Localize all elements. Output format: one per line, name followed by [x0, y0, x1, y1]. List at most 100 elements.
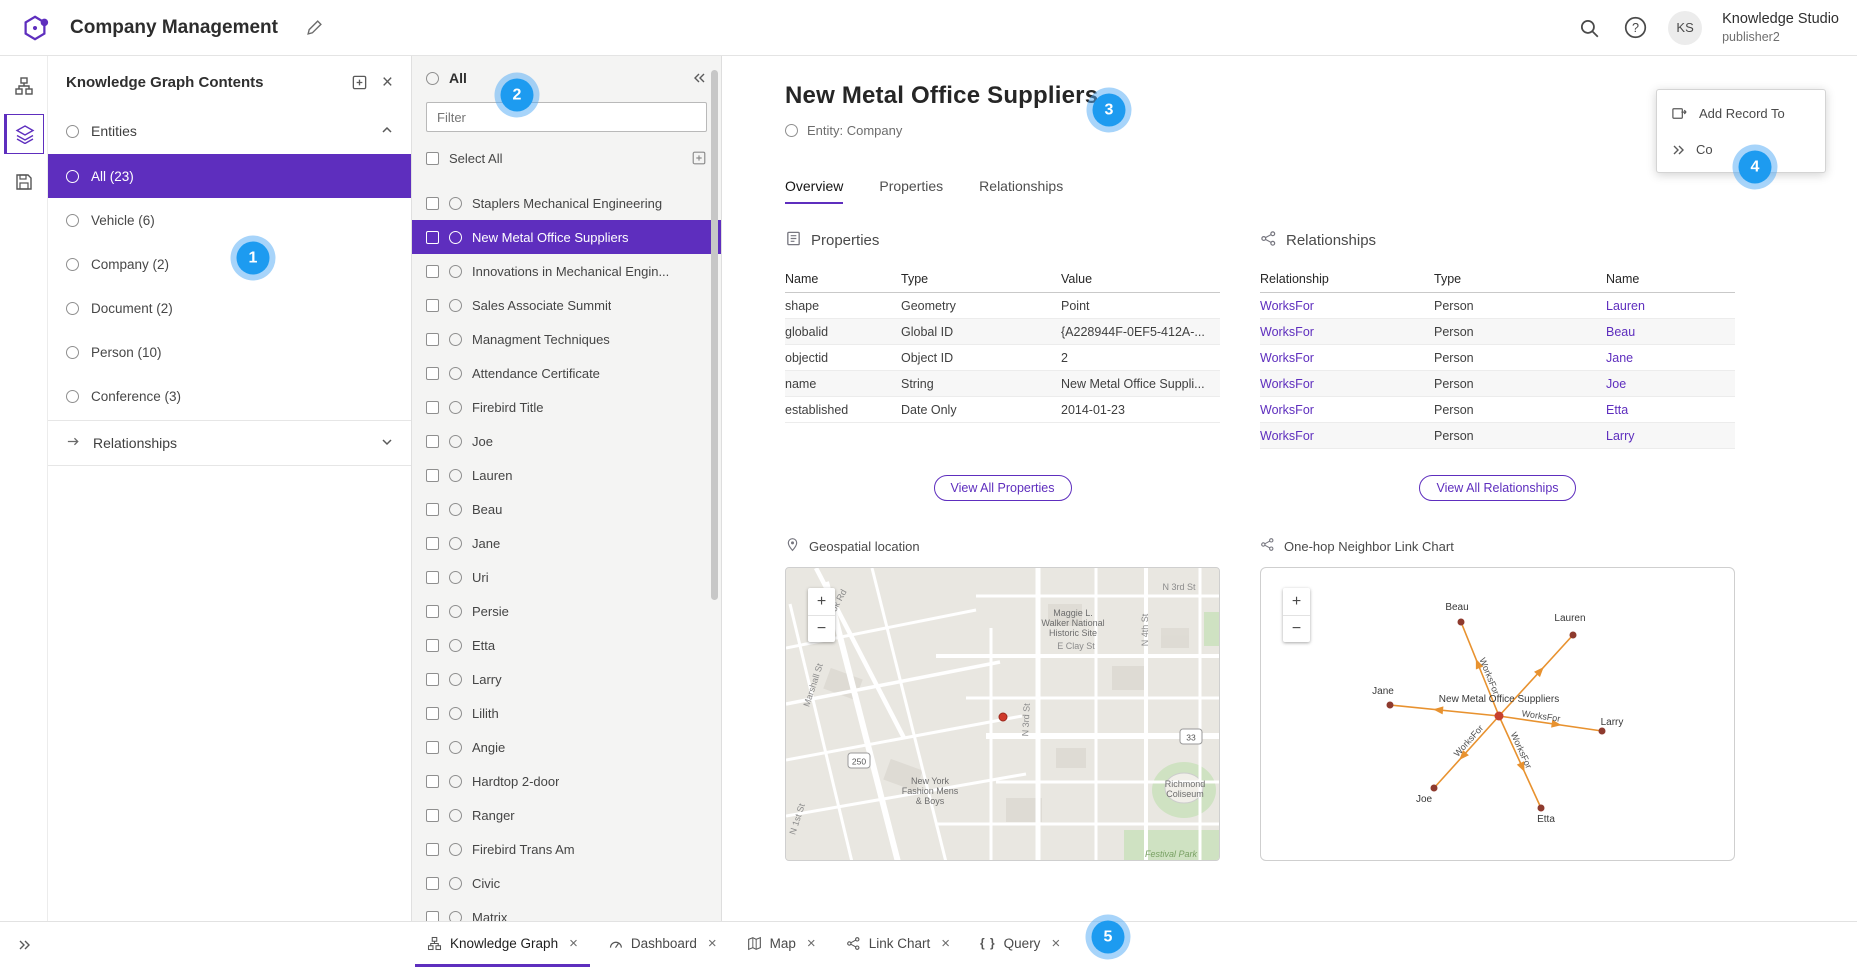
record-checkbox[interactable] — [426, 435, 439, 448]
record-list-item[interactable]: Firebird Trans Am — [412, 832, 721, 866]
layers-icon[interactable] — [4, 114, 44, 154]
record-list-item[interactable]: Staplers Mechanical Engineering — [412, 186, 721, 220]
edit-title-icon[interactable] — [306, 19, 323, 36]
record-checkbox[interactable] — [426, 265, 439, 278]
record-checkbox[interactable] — [426, 571, 439, 584]
save-icon[interactable] — [4, 162, 44, 202]
close-tab-icon[interactable]: × — [569, 936, 578, 951]
record-list-item[interactable]: Managment Techniques — [412, 322, 721, 356]
cell-link[interactable]: WorksFor — [1260, 325, 1434, 339]
node-center[interactable] — [1495, 712, 1504, 721]
record-checkbox[interactable] — [426, 333, 439, 346]
record-checkbox[interactable] — [426, 503, 439, 516]
record-checkbox[interactable] — [426, 877, 439, 890]
record-list-item[interactable]: Lauren — [412, 458, 721, 492]
entity-type-item-company-2-[interactable]: Company (2) — [48, 242, 411, 286]
record-checkbox[interactable] — [426, 707, 439, 720]
record-checkbox[interactable] — [426, 401, 439, 414]
menu-item-add-record-to[interactable]: Add Record To — [1657, 95, 1825, 132]
record-list-item[interactable]: Civic — [412, 866, 721, 900]
chevron-down-icon[interactable] — [381, 435, 393, 451]
node-joe[interactable] — [1431, 785, 1438, 792]
link-chart-widget[interactable]: + − WorksForWorksForWorksForWorksForBeau… — [1260, 567, 1735, 861]
record-checkbox[interactable] — [426, 469, 439, 482]
entities-group-row[interactable]: Entities — [48, 108, 411, 154]
record-list-item[interactable]: Lilith — [412, 696, 721, 730]
cell-link[interactable]: Larry — [1606, 429, 1735, 443]
entity-type-item-person-10-[interactable]: Person (10) — [48, 330, 411, 374]
record-list-item[interactable]: Hardtop 2-door — [412, 764, 721, 798]
record-list-item[interactable]: Joe — [412, 424, 721, 458]
record-checkbox[interactable] — [426, 911, 439, 922]
close-icon[interactable]: × — [382, 73, 393, 92]
cell-link[interactable]: WorksFor — [1260, 403, 1434, 417]
add-selected-icon[interactable] — [691, 150, 707, 166]
close-tab-icon[interactable]: × — [941, 936, 950, 951]
record-checkbox[interactable] — [426, 299, 439, 312]
record-list-item[interactable]: New Metal Office Suppliers — [412, 220, 721, 254]
record-checkbox[interactable] — [426, 673, 439, 686]
record-checkbox[interactable] — [426, 775, 439, 788]
record-list-item[interactable]: Larry — [412, 662, 721, 696]
cell-link[interactable]: WorksFor — [1260, 377, 1434, 391]
cell-link[interactable]: Jane — [1606, 351, 1735, 365]
add-panel-icon[interactable] — [351, 74, 368, 91]
record-list-item[interactable]: Jane — [412, 526, 721, 560]
help-icon[interactable]: ? — [1622, 15, 1648, 41]
cell-link[interactable]: Lauren — [1606, 299, 1735, 313]
record-checkbox[interactable] — [426, 231, 439, 244]
entity-type-item-conference-3-[interactable]: Conference (3) — [48, 374, 411, 418]
record-list-item[interactable]: Attendance Certificate — [412, 356, 721, 390]
zoom-in-button[interactable]: + — [1283, 588, 1310, 615]
cell-link[interactable]: WorksFor — [1260, 299, 1434, 313]
tab-relationships[interactable]: Relationships — [979, 178, 1063, 204]
record-list-item[interactable]: Angie — [412, 730, 721, 764]
record-list-item[interactable]: Sales Associate Summit — [412, 288, 721, 322]
record-checkbox[interactable] — [426, 537, 439, 550]
select-all-checkbox[interactable] — [426, 152, 439, 165]
tab-properties[interactable]: Properties — [879, 178, 943, 204]
node-lauren[interactable] — [1570, 632, 1577, 639]
chevron-up-icon[interactable] — [381, 123, 393, 139]
record-checkbox[interactable] — [426, 809, 439, 822]
node-larry[interactable] — [1599, 728, 1606, 735]
record-list-item[interactable]: Beau — [412, 492, 721, 526]
record-checkbox[interactable] — [426, 843, 439, 856]
tab-overview[interactable]: Overview — [785, 178, 843, 204]
cell-link[interactable]: WorksFor — [1260, 351, 1434, 365]
close-tab-icon[interactable]: × — [708, 936, 717, 951]
zoom-out-button[interactable]: − — [1283, 615, 1310, 642]
entity-type-item-all-23-[interactable]: All (23) — [48, 154, 411, 198]
map-widget[interactable]: + − — [785, 567, 1220, 861]
search-icon[interactable] — [1576, 15, 1602, 41]
cell-link[interactable]: Etta — [1606, 403, 1735, 417]
bottom-tab-knowledge-graph[interactable]: Knowledge Graph× — [415, 922, 590, 967]
view-all-relationships-button[interactable]: View All Relationships — [1419, 475, 1575, 501]
record-list-item[interactable]: Innovations in Mechanical Engin... — [412, 254, 721, 288]
record-list-item[interactable]: Uri — [412, 560, 721, 594]
map-marker[interactable] — [999, 713, 1007, 721]
record-checkbox[interactable] — [426, 367, 439, 380]
zoom-out-button[interactable]: − — [808, 615, 835, 642]
record-list-item[interactable]: Ranger — [412, 798, 721, 832]
record-list-item[interactable]: Etta — [412, 628, 721, 662]
relationships-group-row[interactable]: Relationships — [48, 420, 411, 466]
record-checkbox[interactable] — [426, 639, 439, 652]
app-logo-icon[interactable] — [18, 11, 52, 45]
node-jane[interactable] — [1387, 702, 1394, 709]
node-beau[interactable] — [1458, 619, 1465, 626]
record-list-item[interactable]: Persie — [412, 594, 721, 628]
record-checkbox[interactable] — [426, 197, 439, 210]
bottom-tab-dashboard[interactable]: Dashboard× — [596, 922, 729, 967]
entity-type-item-vehicle-6-[interactable]: Vehicle (6) — [48, 198, 411, 242]
bottom-tab-link-chart[interactable]: Link Chart× — [834, 922, 962, 967]
bottom-tab-map[interactable]: Map× — [735, 922, 828, 967]
close-tab-icon[interactable]: × — [1051, 936, 1060, 951]
record-checkbox[interactable] — [426, 741, 439, 754]
record-checkbox[interactable] — [426, 605, 439, 618]
close-tab-icon[interactable]: × — [807, 936, 816, 951]
filter-input[interactable] — [426, 102, 707, 132]
cell-link[interactable]: Joe — [1606, 377, 1735, 391]
record-list-item[interactable]: Firebird Title — [412, 390, 721, 424]
cell-link[interactable]: WorksFor — [1260, 429, 1434, 443]
